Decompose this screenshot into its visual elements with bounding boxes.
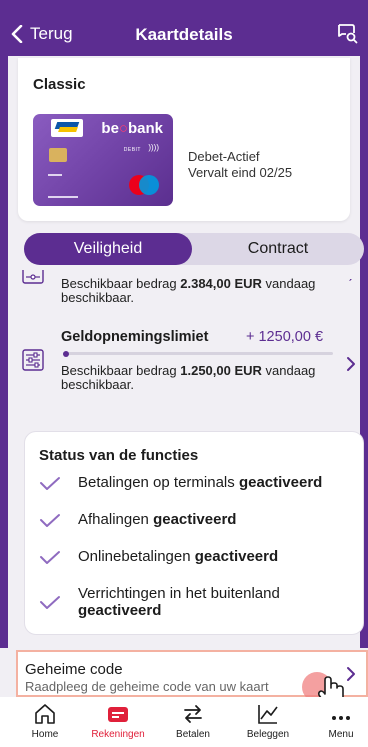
withdrawal-available-amount: 1.250,00 EUR xyxy=(180,363,262,378)
secret-code-title: Geheime code xyxy=(25,661,123,678)
app-header: Terug Kaartdetails xyxy=(0,0,368,56)
card-panel: Classic be○bank DEBIT )))) Debet-Actief … xyxy=(18,58,350,221)
card-brand: be○bank xyxy=(101,120,163,137)
checkmark-icon xyxy=(40,514,60,527)
function-status-item: Onlinebetalingen geactiveerd xyxy=(39,548,278,566)
chart-icon xyxy=(258,705,278,724)
limit-available-text: Beschikbaar bedrag 2.384,00 EUR vandaag … xyxy=(61,276,316,305)
card-icon xyxy=(108,707,128,722)
nav-item-betalen[interactable]: Betalen xyxy=(156,697,230,747)
function-status-item: Afhalingen geactiveerd xyxy=(39,511,236,529)
card-expiry: Vervalt eind 02/25 xyxy=(188,165,293,180)
card-status: Debet-Actief xyxy=(188,149,260,164)
nav-item-menu[interactable]: Menu xyxy=(304,697,368,747)
withdrawal-limit-title: Geldopnemingslimiet xyxy=(61,329,209,345)
function-status-item: Verrichtingen in het buitenland geactive… xyxy=(39,585,339,619)
slider-settings-icon xyxy=(22,270,44,284)
tab-contract[interactable]: Contract xyxy=(192,233,364,265)
nav-label: Betalen xyxy=(176,729,210,740)
chevron-right-icon[interactable]: ˊ xyxy=(348,276,353,292)
maestro-logo xyxy=(129,175,159,195)
function-status-title: Status van de functies xyxy=(39,447,199,464)
chevron-right-icon[interactable] xyxy=(346,356,356,372)
contactless-icon: )))) xyxy=(148,143,159,152)
nav-item-home[interactable]: Home xyxy=(8,697,82,747)
withdrawal-available-text: Beschikbaar bedrag 1.250,00 EUR vandaag … xyxy=(61,363,316,392)
card-name: Classic xyxy=(33,76,86,93)
function-status-item: Betalingen op terminals geactiveerd xyxy=(39,474,322,492)
card-image[interactable]: be○bank DEBIT )))) xyxy=(33,114,173,206)
limit-bar-fill xyxy=(63,350,69,357)
transfer-icon xyxy=(184,705,202,723)
tab-bar: Veiligheid Contract xyxy=(24,233,364,265)
nav-label: Rekeningen xyxy=(91,729,145,740)
more-icon xyxy=(332,716,350,720)
slider-settings-icon xyxy=(22,349,44,371)
bancontact-logo xyxy=(51,119,83,137)
nav-item-beleggen[interactable]: Beleggen xyxy=(231,697,305,747)
checkmark-icon xyxy=(40,596,60,609)
nav-label: Menu xyxy=(328,729,354,740)
side-rail-left xyxy=(0,56,8,648)
function-status-box: Status van de functies Betalingen op ter… xyxy=(24,431,364,635)
checkmark-icon xyxy=(40,477,60,490)
tab-veiligheid[interactable]: Veiligheid xyxy=(24,233,192,265)
card-type: DEBIT xyxy=(123,147,141,153)
checkmark-icon xyxy=(40,551,60,564)
nav-item-rekeningen[interactable]: Rekeningen xyxy=(81,697,155,747)
home-icon xyxy=(35,704,55,724)
page-title: Kaartdetails xyxy=(135,25,233,44)
withdrawal-limit-value: + 1250,00 € xyxy=(246,329,324,345)
nav-label: Home xyxy=(31,729,59,740)
secret-code-subtitle: Raadpleeg de geheime code van uw kaart xyxy=(25,679,269,694)
chip-icon xyxy=(49,148,67,162)
chat-search-icon[interactable] xyxy=(336,22,358,44)
limit-available-amount: 2.384,00 EUR xyxy=(180,276,262,291)
nav-label: Beleggen xyxy=(246,729,290,740)
bottom-nav: Home Rekeningen Betalen Beleggen Menu xyxy=(0,697,368,747)
withdrawal-limit-bar[interactable] xyxy=(63,350,333,357)
